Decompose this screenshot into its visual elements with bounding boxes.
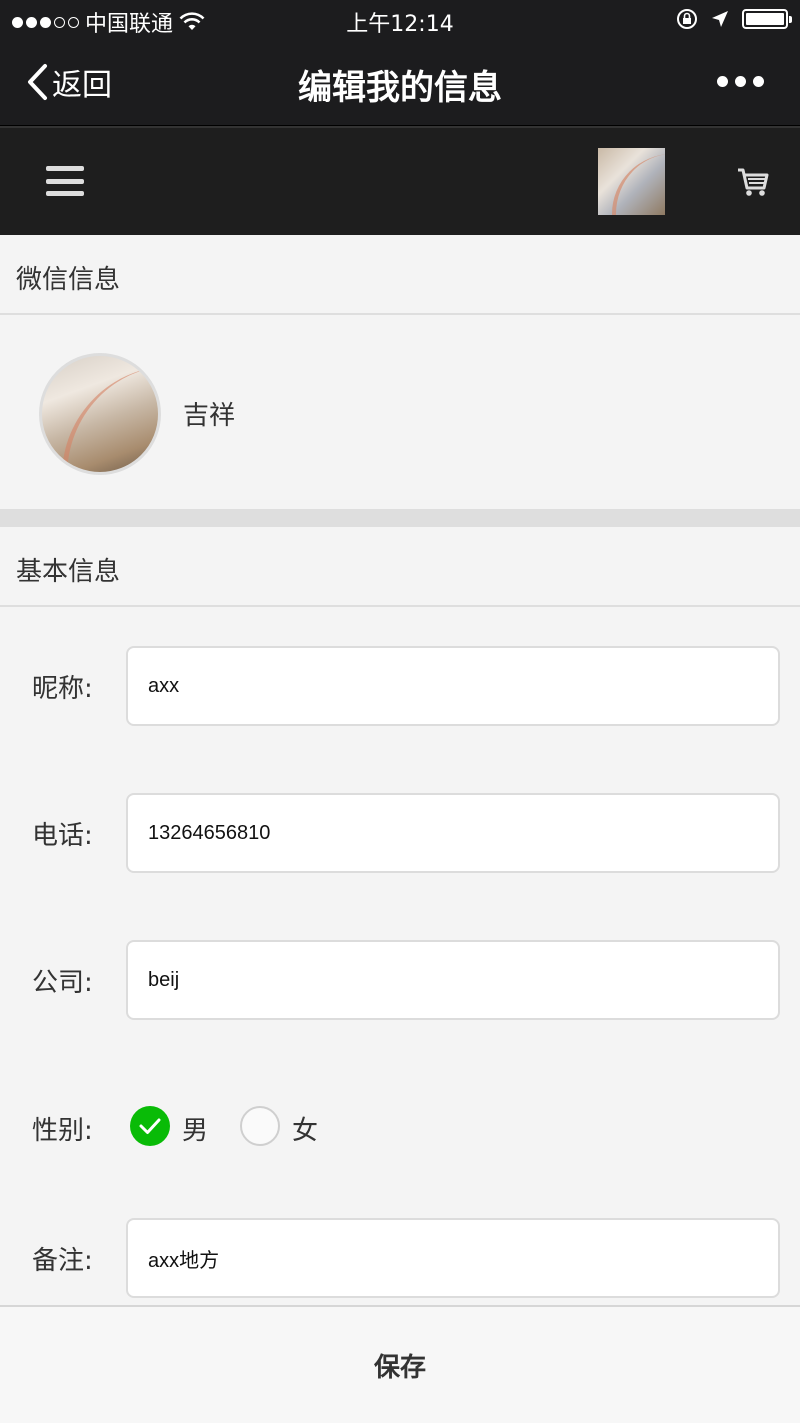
company-row: 公司: [0, 940, 800, 1020]
basic-info-section-title: 基本信息 [0, 527, 800, 607]
header-avatar-thumbnail[interactable] [598, 148, 665, 215]
more-dots-icon[interactable] [717, 76, 764, 87]
nickname-input[interactable] [126, 646, 780, 726]
battery-icon [742, 9, 792, 29]
wechat-info-section-title: 微信信息 [0, 235, 800, 315]
phone-label: 电话: [32, 821, 93, 851]
nickname-row: 昵称: [0, 646, 800, 726]
gender-female-label[interactable]: 女 [292, 1110, 318, 1147]
phone-row: 电话: [0, 793, 800, 873]
save-bar: 保存 [0, 1305, 800, 1423]
remark-label: 备注: [32, 1246, 93, 1276]
remark-input[interactable] [126, 1218, 780, 1298]
wechat-name: 吉祥 [183, 401, 236, 431]
gender-label: 性别: [32, 1116, 93, 1146]
menu-icon[interactable] [46, 166, 84, 196]
gender-male-radio[interactable] [130, 1106, 170, 1146]
company-input[interactable] [126, 940, 780, 1020]
gender-male-label[interactable]: 男 [182, 1110, 208, 1147]
status-bar: 中国联通 上午12:14 [0, 0, 800, 40]
remark-row: 备注: [0, 1218, 800, 1298]
orientation-lock-icon [677, 9, 697, 29]
nickname-label: 昵称: [32, 674, 93, 704]
location-arrow-icon [712, 11, 728, 27]
cart-icon[interactable] [736, 166, 770, 198]
site-header [0, 126, 800, 235]
phone-input[interactable] [126, 793, 780, 873]
gender-female-radio[interactable] [240, 1106, 280, 1146]
section-divider [0, 509, 800, 527]
nav-bar: 返回 编辑我的信息 [0, 40, 800, 126]
page-title: 编辑我的信息 [298, 68, 502, 108]
company-label: 公司: [32, 968, 93, 998]
checkmark-icon [139, 1118, 161, 1134]
wechat-info-card: 吉祥 [0, 315, 800, 509]
gender-row: 性别: 男 女 [0, 1106, 800, 1150]
avatar [39, 353, 161, 475]
status-right [676, 8, 792, 30]
save-button[interactable]: 保存 [0, 1306, 800, 1423]
